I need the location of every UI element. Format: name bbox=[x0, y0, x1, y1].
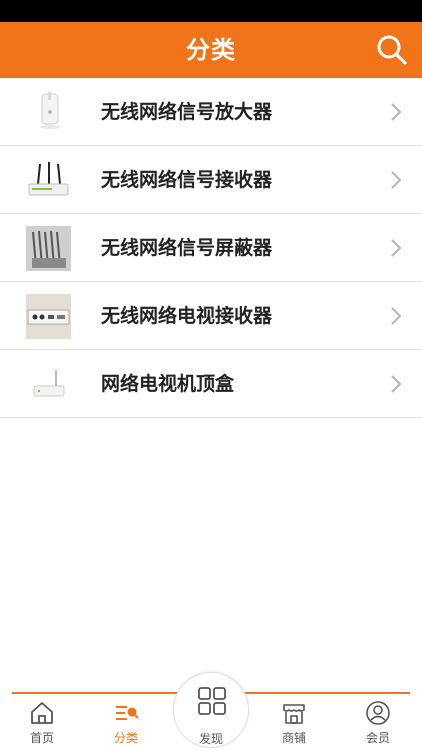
set-top-box-image bbox=[26, 362, 71, 407]
tab-store[interactable]: 商铺 bbox=[264, 696, 324, 748]
list-item[interactable]: 无线网络信号接收器 bbox=[0, 146, 422, 214]
tab-discover-label: 发现 bbox=[198, 732, 223, 746]
tab-store-label: 商铺 bbox=[281, 731, 306, 745]
chevron-right-icon bbox=[391, 239, 402, 257]
chevron-right-icon bbox=[391, 171, 402, 189]
app-header: 分类 bbox=[0, 22, 422, 78]
page-title: 分类 bbox=[186, 36, 236, 64]
chevron-right-icon bbox=[391, 307, 402, 325]
signal-jammer-image bbox=[26, 226, 71, 271]
category-icon bbox=[116, 706, 139, 720]
home-icon bbox=[31, 702, 53, 724]
search-icon[interactable] bbox=[376, 34, 408, 66]
list-item-label: 无线网络信号放大器 bbox=[101, 101, 273, 123]
status-bar bbox=[0, 0, 422, 22]
wifi-extender-image bbox=[26, 90, 71, 135]
list-item-label: 无线网络信号屏蔽器 bbox=[101, 237, 273, 259]
list-item[interactable]: 无线网络信号放大器 bbox=[0, 78, 422, 146]
category-list: 无线网络信号放大器 无线网络信号接收器 无线网络信号屏蔽器 无线网络电视接收器 … bbox=[0, 78, 422, 418]
store-icon bbox=[283, 704, 305, 724]
tab-member[interactable]: 会员 bbox=[348, 696, 408, 748]
chevron-right-icon bbox=[391, 103, 402, 121]
list-item[interactable]: 无线网络信号屏蔽器 bbox=[0, 214, 422, 282]
tab-discover[interactable]: 发现 bbox=[173, 672, 249, 750]
tv-receiver-image bbox=[26, 294, 71, 339]
router-antenna-image bbox=[26, 158, 71, 203]
list-item[interactable]: 无线网络电视接收器 bbox=[0, 282, 422, 350]
list-item[interactable]: 网络电视机顶盒 bbox=[0, 350, 422, 418]
tab-member-label: 会员 bbox=[365, 731, 390, 745]
user-icon bbox=[366, 701, 390, 725]
chevron-right-icon bbox=[391, 375, 402, 393]
tab-home[interactable]: 首页 bbox=[12, 696, 72, 748]
tab-category-label: 分类 bbox=[113, 731, 138, 745]
discover-grid-icon bbox=[198, 687, 226, 715]
list-item-label: 网络电视机顶盒 bbox=[101, 373, 235, 395]
tab-category[interactable]: 分类 bbox=[96, 696, 156, 748]
list-item-label: 无线网络信号接收器 bbox=[101, 169, 273, 191]
list-item-label: 无线网络电视接收器 bbox=[101, 305, 273, 327]
tab-home-label: 首页 bbox=[29, 731, 54, 745]
